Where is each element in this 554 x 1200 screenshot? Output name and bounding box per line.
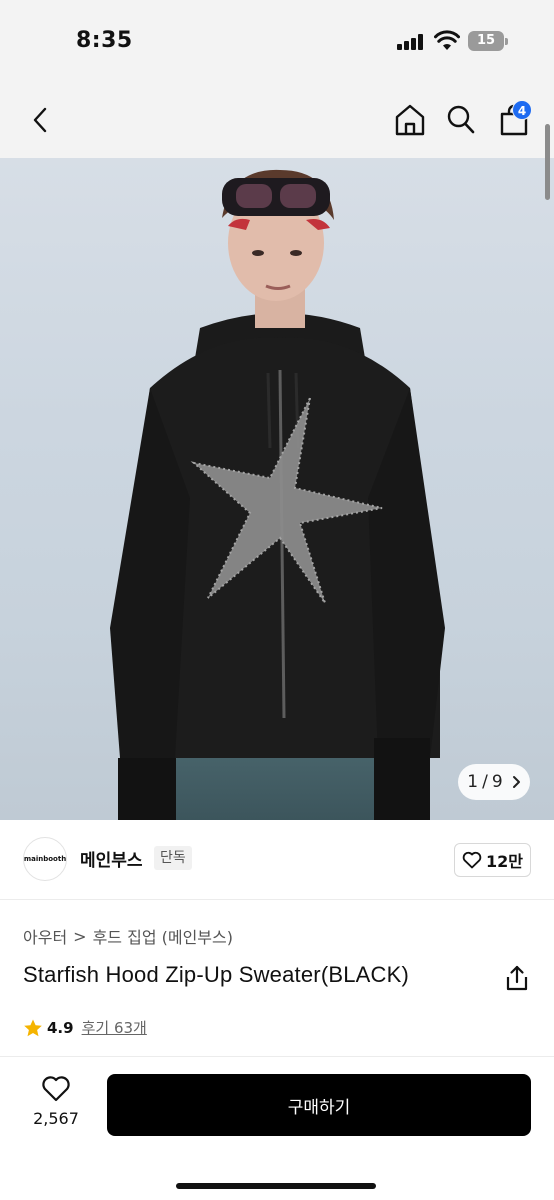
rating-row: 4.9 후기 63개 [23, 1017, 147, 1038]
wifi-icon [434, 30, 460, 50]
share-button[interactable] [504, 964, 530, 992]
scrollbar[interactable] [545, 124, 550, 200]
search-button[interactable] [444, 102, 478, 138]
breadcrumb-category[interactable]: 아우터 [23, 924, 67, 948]
bottom-action-bar: 2,567 구매하기 [0, 1056, 554, 1200]
wishlist-count: 2,567 [33, 1109, 79, 1128]
home-icon [395, 104, 425, 136]
breadcrumb-subcategory[interactable]: 후드 집업 (메인부스) [93, 924, 233, 948]
navigation-bar [0, 84, 554, 158]
chevron-right-icon [512, 776, 520, 788]
product-title: Starfish Hood Zip-Up Sweater(BLACK) [23, 962, 410, 987]
search-icon [447, 105, 475, 134]
battery-icon: 15 [468, 31, 508, 51]
cellular-signal-icon [397, 34, 425, 50]
rating-value: 4.9 [47, 1018, 74, 1037]
brand-like-button[interactable]: 12만 [454, 843, 531, 877]
image-pagination[interactable]: 1 / 9 [458, 764, 530, 800]
current-image-index: 1 [467, 772, 479, 792]
cart-count-badge: 4 [512, 100, 532, 120]
back-button[interactable] [22, 102, 58, 138]
battery-level: 15 [476, 33, 496, 48]
breadcrumb-separator: > [73, 926, 87, 946]
exclusive-badge: 단독 [154, 846, 192, 870]
total-images: 9 [491, 772, 503, 792]
brand-logo[interactable]: mainbooth [23, 837, 67, 881]
product-photo [110, 169, 445, 820]
star-icon [24, 1019, 42, 1036]
chevron-left-icon [33, 107, 47, 133]
buy-button[interactable]: 구매하기 [107, 1074, 531, 1136]
heart-icon [462, 851, 482, 869]
share-icon [506, 965, 528, 991]
home-indicator [176, 1183, 376, 1189]
breadcrumb: 아우터 > 후드 집업 (메인부스) [23, 924, 233, 948]
reviews-link[interactable]: 후기 63개 [82, 1017, 147, 1038]
brand-like-count: 12만 [486, 852, 523, 871]
home-button[interactable] [392, 101, 428, 139]
status-bar: 8:35 15 [0, 0, 554, 84]
pagination-separator: / [482, 772, 488, 792]
product-image[interactable] [0, 158, 554, 820]
wishlist-button[interactable]: 2,567 [20, 1075, 92, 1137]
brand-row: mainbooth 메인부스 단독 12만 [0, 820, 554, 900]
heart-icon [42, 1076, 70, 1102]
brand-name[interactable]: 메인부스 [80, 846, 143, 871]
status-time: 8:35 [76, 28, 133, 53]
brand-logo-text: mainbooth [23, 855, 67, 863]
